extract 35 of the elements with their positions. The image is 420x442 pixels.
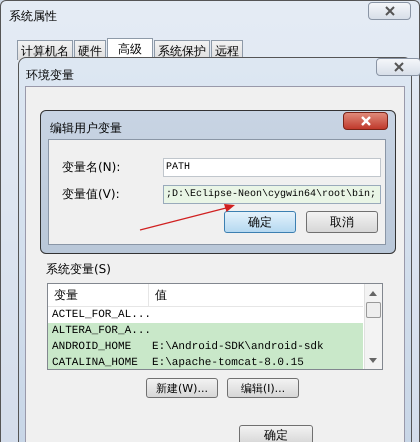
dialog-button[interactable]: 确定 (224, 211, 296, 233)
group-label: 系统变量(S) (45, 261, 112, 278)
text-field[interactable]: ;D:\Eclipse-Neon\cygwin64\root\bin; (163, 184, 381, 204)
scroll-thumb[interactable] (366, 302, 381, 318)
close-icon (358, 116, 372, 126)
ok-button[interactable]: 确定 (239, 425, 313, 442)
variable-value: E:\Android-SDK\android-sdk (152, 341, 324, 353)
close-button[interactable] (368, 2, 411, 20)
up-arrow-icon[interactable] (369, 291, 377, 296)
close-icon (382, 6, 396, 16)
dialog-button[interactable]: 取消 (306, 211, 378, 233)
close-icon (392, 62, 406, 72)
list-row[interactable]: CATALINA_HOME E:\apache-tomcat-8.0.15 (48, 355, 363, 369)
scrollbar[interactable] (364, 284, 382, 369)
dialog-button[interactable]: 新建(W)... (146, 378, 218, 398)
window-title: 环境变量 (26, 67, 74, 84)
variable-value: E:\apache-tomcat-8.0.15 (152, 357, 304, 369)
window-title: 系统属性 (9, 8, 57, 25)
down-arrow-icon[interactable] (369, 358, 377, 363)
dialog-button[interactable]: 编辑(I)... (227, 378, 299, 398)
list-row[interactable]: ALTERA_FOR_A... (48, 323, 363, 339)
text-field[interactable]: PATH (163, 158, 381, 176)
variable-name: CATALINA_HOME (51, 357, 139, 369)
column-header[interactable]: 变量 (48, 284, 149, 306)
list-row[interactable]: ANDROID_HOME E:\Android-SDK\android-sdk (48, 339, 363, 355)
column-header[interactable]: 值 (149, 286, 167, 304)
field-label: 变量值(V): (61, 186, 121, 202)
window-title: 编辑用户变量 (50, 120, 122, 137)
variable-name: ALTERA_FOR_A... (51, 325, 152, 337)
variable-name: ANDROID_HOME (51, 341, 132, 353)
close-button[interactable] (376, 58, 420, 76)
close-button[interactable] (343, 112, 388, 130)
field-label: 变量名(N): (61, 158, 122, 176)
list-row[interactable]: ACTEL_FOR_AL... (48, 307, 363, 323)
variable-name: ACTEL_FOR_AL... (51, 309, 152, 321)
